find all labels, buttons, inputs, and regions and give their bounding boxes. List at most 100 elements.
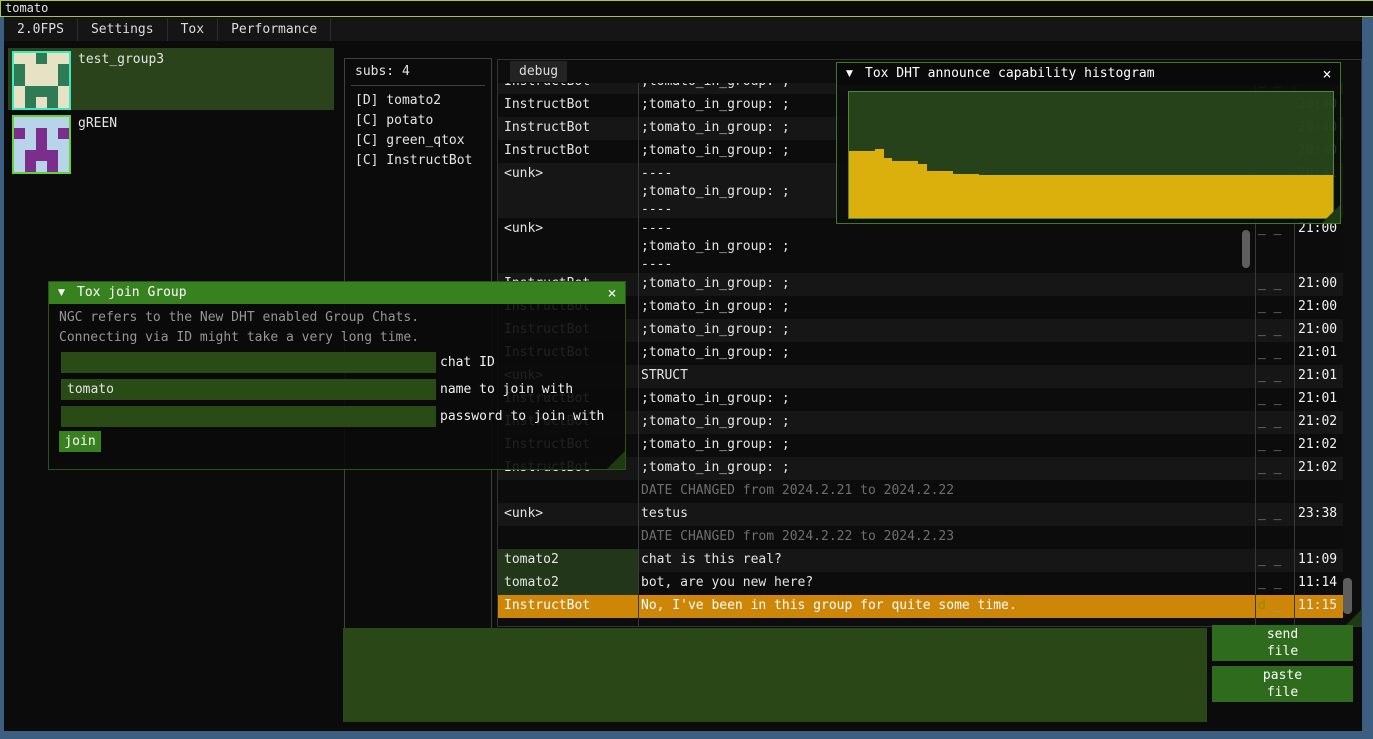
- histogram-bar: [987, 175, 996, 218]
- join-password-input[interactable]: [61, 406, 436, 427]
- message-timestamp: 21:01: [1298, 365, 1342, 387]
- table-row[interactable]: tomato2bot, are you new here?_ _11:14: [498, 572, 1343, 596]
- member-item[interactable]: [D] tomato2: [355, 91, 441, 111]
- menu-item-tox[interactable]: Tox: [168, 18, 218, 41]
- sender-name: <unk>: [504, 218, 636, 240]
- sender-name: InstructBot: [504, 140, 636, 162]
- send-file-button[interactable]: send file: [1212, 625, 1353, 661]
- join-name-label: name to join with: [440, 379, 573, 400]
- histogram-bar: [1264, 175, 1273, 218]
- sender-name: InstructBot: [504, 83, 636, 93]
- system-message-text: DATE CHANGED from 2024.2.21 to 2024.2.22: [641, 480, 1249, 502]
- paste-file-button[interactable]: paste file: [1212, 666, 1353, 702]
- message-timestamp: 11:14: [1298, 572, 1342, 594]
- close-icon[interactable]: ×: [603, 282, 621, 304]
- collapse-triangle-icon[interactable]: ▼: [846, 63, 853, 85]
- message-text: ;tomato_in_group: ;: [641, 342, 1249, 364]
- close-icon[interactable]: ×: [1318, 63, 1336, 85]
- message-text: ----: [641, 256, 672, 274]
- message-input[interactable]: [343, 628, 1207, 722]
- histogram-bar: [1272, 175, 1281, 218]
- histogram-bar: [1290, 175, 1299, 218]
- histogram-bar: [866, 151, 875, 218]
- sidebar-item-test_group3[interactable]: test_group3: [8, 48, 334, 110]
- date-changed-row[interactable]: DATE CHANGED from 2024.2.22 to 2024.2.23: [498, 526, 1343, 550]
- dht-histogram-window: ▼ Tox DHT announce capability histogram …: [836, 62, 1341, 224]
- menu-item-settings[interactable]: Settings: [78, 18, 168, 41]
- join-description-line: NGC refers to the New DHT enabled Group …: [59, 308, 419, 328]
- message-flags: _ _: [1258, 457, 1292, 479]
- date-changed-row[interactable]: DATE CHANGED from 2024.2.21 to 2024.2.22: [498, 480, 1343, 504]
- histogram-bar: [1203, 175, 1212, 218]
- histogram-bar: [1126, 175, 1135, 218]
- sidebar-item-gREEN[interactable]: gREEN: [8, 112, 334, 174]
- histogram-bar: [927, 171, 936, 218]
- histogram-bar: [1022, 175, 1031, 218]
- message-flags: _ _: [1258, 296, 1292, 318]
- join-window-titlebar[interactable]: ▼ Tox join Group ×: [49, 282, 625, 304]
- histogram-bar: [1134, 175, 1143, 218]
- sender-name: InstructBot: [504, 595, 636, 617]
- histogram-bar: [953, 174, 962, 218]
- histogram-bar: [1246, 175, 1255, 218]
- table-row[interactable]: tomato2chat is this real?_ _11:09: [498, 549, 1343, 573]
- join-name-input[interactable]: [61, 379, 436, 400]
- message-timestamp: 21:02: [1298, 411, 1342, 433]
- histogram-window-titlebar[interactable]: ▼ Tox DHT announce capability histogram …: [837, 63, 1340, 85]
- join-description-line: Connecting via ID might take a very long…: [59, 328, 419, 348]
- histogram-bar: [884, 158, 893, 218]
- histogram-bar: [944, 171, 953, 218]
- table-row[interactable]: InstructBotNo, I've been in this group f…: [498, 595, 1343, 618]
- histogram-bar: [1151, 175, 1160, 218]
- resize-grip[interactable]: [607, 451, 625, 469]
- message-text: ;tomato_in_group: ;: [641, 296, 1249, 318]
- histogram-bar: [901, 161, 910, 218]
- menu-item-performance[interactable]: Performance: [218, 18, 331, 41]
- message-timestamp: 11:15: [1298, 595, 1342, 617]
- histogram-bar: [935, 171, 944, 218]
- join-password-label: password to join with: [440, 406, 604, 427]
- histogram-plot: [848, 91, 1334, 219]
- table-row[interactable]: <unk>testus_ _23:38: [498, 503, 1343, 527]
- message-flags: _ _: [1258, 365, 1292, 387]
- message-flags: _ _: [1258, 572, 1292, 594]
- histogram-bar: [1005, 175, 1014, 218]
- menu-bar: 2.0FPS Settings Tox Performance: [4, 18, 1362, 41]
- tab-debug[interactable]: debug: [510, 61, 567, 82]
- resize-grip[interactable]: [1322, 205, 1340, 223]
- message-text: ;tomato_in_group: ;: [641, 457, 1249, 479]
- message-timestamp: 21:00: [1298, 296, 1342, 318]
- member-item[interactable]: [C] green_qtox: [355, 131, 465, 151]
- histogram-bar: [1039, 175, 1048, 218]
- chat-id-input[interactable]: [61, 352, 436, 373]
- histogram-bar: [909, 161, 918, 218]
- collapse-triangle-icon[interactable]: ▼: [58, 282, 65, 304]
- chat-id-label: chat ID: [440, 352, 495, 373]
- histogram-bar: [1048, 175, 1057, 218]
- member-item[interactable]: [C] InstructBot: [355, 151, 472, 171]
- histogram-bar: [1056, 175, 1065, 218]
- member-item[interactable]: [C] potato: [355, 111, 433, 131]
- message-flags: _ _: [1258, 388, 1292, 410]
- message-timestamp: 21:01: [1298, 388, 1342, 410]
- histogram-bar: [1013, 175, 1022, 218]
- group-name: gREEN: [78, 116, 117, 131]
- subs-count-header: subs: 4: [355, 64, 410, 79]
- histogram-bar: [1212, 175, 1221, 218]
- histogram-bar: [1091, 175, 1100, 218]
- inner-scrollbar[interactable]: [1242, 230, 1250, 268]
- avatar-pixels: [14, 53, 69, 108]
- histogram-bar: [892, 161, 901, 218]
- message-timestamp: 21:02: [1298, 434, 1342, 456]
- message-flags: _ _: [1258, 434, 1292, 456]
- histogram-bar: [1238, 175, 1247, 218]
- join-button[interactable]: join: [59, 431, 101, 452]
- message-timestamp: 11:09: [1298, 549, 1342, 571]
- table-row[interactable]: <unk>----;tomato_in_group: ;----_ _21:00: [498, 218, 1343, 274]
- os-titlebar[interactable]: tomato: [0, 0, 1373, 17]
- histogram-bar: [875, 149, 884, 218]
- avatar-pixels: [14, 117, 69, 172]
- system-message-text: DATE CHANGED from 2024.2.22 to 2024.2.23: [641, 526, 1249, 548]
- histogram-bar: [1074, 175, 1083, 218]
- chat-scrollbar[interactable]: [1343, 578, 1352, 614]
